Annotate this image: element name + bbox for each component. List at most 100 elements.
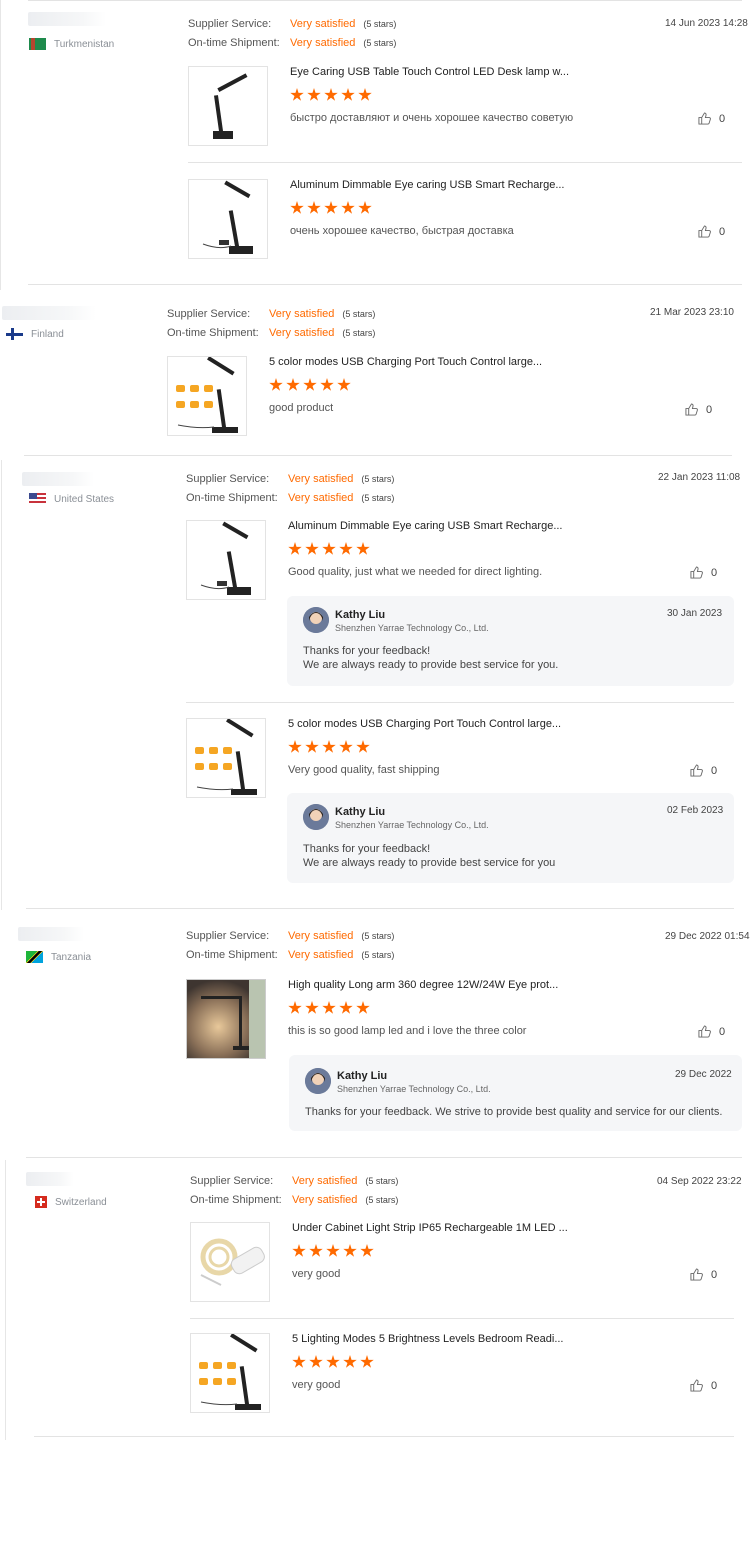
product-thumbnail[interactable] bbox=[186, 718, 266, 798]
thumbs-up-icon bbox=[698, 112, 711, 125]
country-name: United States bbox=[54, 493, 115, 505]
supplier-service-value: Very satisfied bbox=[290, 18, 356, 30]
star-icon bbox=[356, 740, 370, 753]
product-thumbnail[interactable] bbox=[188, 179, 268, 259]
like-button[interactable]: 0 bbox=[690, 566, 717, 579]
star-icon bbox=[339, 1001, 353, 1014]
product-thumbnail[interactable] bbox=[190, 1222, 270, 1302]
supplier-service-value: Very satisfied bbox=[288, 473, 354, 485]
star-icon bbox=[292, 1355, 306, 1368]
star-icon bbox=[320, 378, 334, 391]
like-button[interactable]: 0 bbox=[698, 1025, 725, 1038]
desk-lamp-icon bbox=[176, 357, 238, 433]
turkmenistan-flag-icon bbox=[29, 38, 46, 50]
item-rating bbox=[292, 1355, 374, 1369]
shipment-label: On-time Shipment: bbox=[167, 327, 259, 339]
shipment-value: Very satisfied bbox=[290, 37, 356, 49]
review-comment: быстро доставляют и очень хорошее качест… bbox=[290, 112, 574, 124]
review-divider bbox=[26, 908, 734, 909]
buyer-name-masked bbox=[22, 472, 94, 486]
review-item: 5 Lighting Modes 5 Brightness Levels Bed… bbox=[190, 1333, 734, 1413]
product-thumbnail[interactable] bbox=[188, 66, 268, 146]
thumbs-up-icon bbox=[690, 566, 703, 579]
product-title[interactable]: High quality Long arm 360 degree 12W/24W… bbox=[288, 979, 558, 991]
star-icon bbox=[305, 740, 319, 753]
product-thumbnail[interactable] bbox=[186, 520, 266, 600]
product-title[interactable]: Aluminum Dimmable Eye caring USB Smart R… bbox=[290, 179, 564, 191]
item-rating bbox=[290, 201, 372, 215]
product-title[interactable]: 5 Lighting Modes 5 Brightness Levels Bed… bbox=[292, 1333, 564, 1345]
review-comment: очень хорошее качество, быстрая доставка bbox=[290, 225, 514, 237]
star-icon bbox=[324, 88, 338, 101]
product-title[interactable]: Under Cabinet Light Strip IP65 Rechargea… bbox=[292, 1222, 568, 1234]
star-icon bbox=[288, 542, 302, 555]
product-thumbnail[interactable] bbox=[186, 979, 266, 1059]
reply-text: Thanks for your feedback! We are always … bbox=[303, 842, 555, 870]
avatar bbox=[303, 607, 329, 633]
like-button[interactable]: 0 bbox=[685, 403, 712, 416]
shipment-value: Very satisfied bbox=[288, 949, 354, 961]
star-icon bbox=[322, 542, 336, 555]
review-divider bbox=[24, 455, 732, 456]
thumbs-up-icon bbox=[690, 1379, 703, 1392]
supplier-service-value: Very satisfied bbox=[292, 1175, 358, 1187]
star-icon bbox=[307, 88, 321, 101]
star-icon bbox=[290, 201, 304, 214]
product-thumbnail[interactable] bbox=[190, 1333, 270, 1413]
reply-company: Shenzhen Yarrae Technology Co., Ltd. bbox=[335, 820, 489, 830]
country-name: Tanzania bbox=[51, 951, 92, 963]
review-item: Under Cabinet Light Strip IP65 Rechargea… bbox=[190, 1222, 734, 1302]
review-comment: this is so good lamp led and i love the … bbox=[288, 1025, 527, 1037]
supplier-service-label: Supplier Service: bbox=[188, 18, 272, 30]
review-item: Aluminum Dimmable Eye caring USB Smart R… bbox=[188, 179, 742, 259]
lamp-photo-icon bbox=[187, 980, 265, 1058]
like-button[interactable]: 0 bbox=[690, 1379, 717, 1392]
like-button[interactable]: 0 bbox=[698, 112, 725, 125]
star-icon bbox=[339, 740, 353, 753]
supplier-service-stars: (5 stars) bbox=[342, 309, 376, 319]
buyer-country: United States bbox=[29, 493, 114, 505]
reply-company: Shenzhen Yarrae Technology Co., Ltd. bbox=[337, 1084, 491, 1094]
review-item: 5 color modes USB Charging Port Touch Co… bbox=[167, 356, 727, 436]
review-divider bbox=[26, 1157, 742, 1158]
thumbs-up-icon bbox=[698, 1025, 711, 1038]
review-comment: very good bbox=[292, 1379, 341, 1391]
star-icon bbox=[324, 201, 338, 214]
reply-line: We are always ready to provide best serv… bbox=[303, 857, 556, 869]
switzerland-flag-icon bbox=[35, 1196, 47, 1208]
product-title[interactable]: Aluminum Dimmable Eye caring USB Smart R… bbox=[288, 520, 562, 532]
like-button[interactable]: 0 bbox=[690, 764, 717, 777]
shipment-stars: (5 stars) bbox=[342, 328, 376, 338]
item-rating bbox=[292, 1244, 374, 1258]
shipment-label: On-time Shipment: bbox=[188, 37, 280, 49]
star-icon bbox=[286, 378, 300, 391]
reply-date: 29 Dec 2022 bbox=[675, 1069, 732, 1080]
review-date: 14 Jun 2023 14:28 bbox=[665, 18, 748, 29]
review-comment: Good quality, just what we needed for di… bbox=[288, 566, 543, 578]
like-count: 0 bbox=[719, 225, 726, 238]
shipment-label: On-time Shipment: bbox=[186, 949, 278, 961]
like-button[interactable]: 0 bbox=[690, 1268, 717, 1281]
item-rating bbox=[288, 1001, 370, 1015]
desk-lamp-icon bbox=[195, 719, 257, 795]
review-item: Eye Caring USB Table Touch Control LED D… bbox=[188, 66, 742, 146]
product-title[interactable]: 5 color modes USB Charging Port Touch Co… bbox=[269, 356, 542, 368]
product-title[interactable]: Eye Caring USB Table Touch Control LED D… bbox=[290, 66, 569, 78]
product-title[interactable]: 5 color modes USB Charging Port Touch Co… bbox=[288, 718, 561, 730]
service-ratings: Supplier Service: Very satisfied (5 stars)… bbox=[186, 470, 394, 508]
like-count: 0 bbox=[711, 1379, 718, 1392]
service-ratings: Supplier Service: Very satisfied (5 stars)… bbox=[186, 927, 394, 965]
thumbs-up-icon bbox=[685, 403, 698, 416]
item-divider bbox=[190, 1318, 734, 1319]
star-icon bbox=[343, 1355, 357, 1368]
star-icon bbox=[360, 1355, 374, 1368]
item-rating bbox=[269, 378, 351, 392]
light-strip-icon bbox=[200, 1238, 265, 1286]
like-button[interactable]: 0 bbox=[698, 225, 725, 238]
product-thumbnail[interactable] bbox=[167, 356, 247, 436]
review-item: Aluminum Dimmable Eye caring USB Smart R… bbox=[186, 520, 734, 600]
supplier-service-stars: (5 stars) bbox=[361, 931, 395, 941]
like-count: 0 bbox=[719, 1025, 726, 1038]
shipment-stars: (5 stars) bbox=[363, 38, 397, 48]
reply-date: 30 Jan 2023 bbox=[667, 608, 723, 619]
